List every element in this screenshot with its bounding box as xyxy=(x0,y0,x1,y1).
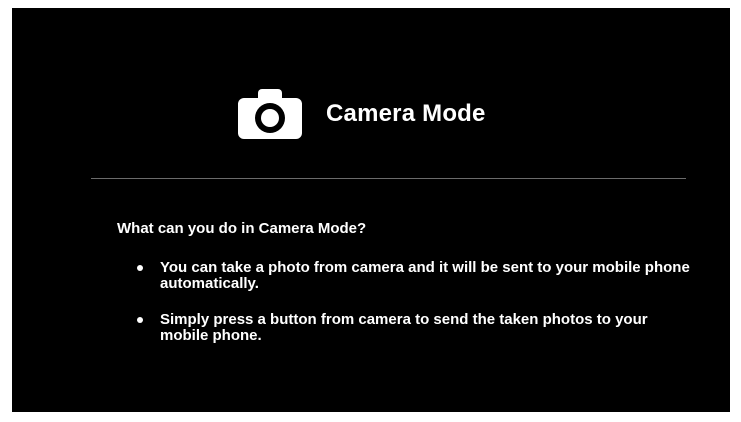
bullet-icon xyxy=(137,265,143,271)
list-item-text: You can take a photo from camera and it … xyxy=(160,259,690,292)
divider xyxy=(91,178,686,179)
list-item: You can take a photo from camera and it … xyxy=(135,260,695,292)
feature-list: You can take a photo from camera and it … xyxy=(135,260,695,364)
list-item: Simply press a button from camera to sen… xyxy=(135,312,695,344)
camera-mode-screen: Camera Mode What can you do in Camera Mo… xyxy=(12,8,730,412)
page-title: Camera Mode xyxy=(326,100,486,127)
question-text: What can you do in Camera Mode? xyxy=(117,220,367,237)
list-item-text: Simply press a button from camera to sen… xyxy=(160,311,648,344)
camera-icon xyxy=(238,89,302,139)
bullet-icon xyxy=(137,317,143,323)
screen-header: Camera Mode xyxy=(238,89,486,139)
